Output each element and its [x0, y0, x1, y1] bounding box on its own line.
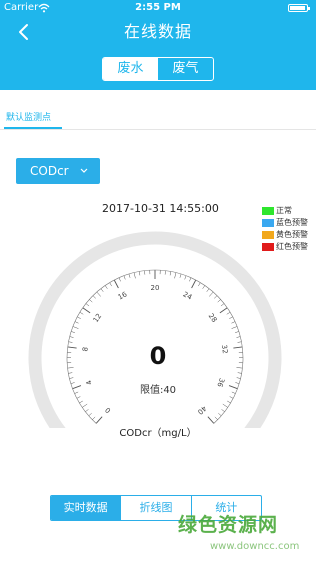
gauge-tick [128, 273, 131, 278]
gauge-tick [169, 271, 172, 276]
page-title: 在线数据 [123, 22, 192, 41]
gauge-tick [68, 372, 73, 374]
gauge-tick [221, 409, 225, 412]
gauge-tick [191, 279, 197, 289]
pollutant-dropdown[interactable]: CODcr [16, 158, 100, 184]
gauge-tick [79, 312, 84, 315]
gauge-tick [76, 396, 81, 399]
gauge-tick [184, 275, 187, 280]
gauge-track [28, 231, 282, 428]
concentration-gauge: 0481216202428323640 [28, 231, 282, 428]
gauge-tick [95, 416, 103, 424]
gauge-tick [77, 316, 81, 319]
gauge-tick [118, 277, 121, 282]
gauge-tick [231, 321, 236, 324]
station-tab-bar: 默认监测点 [0, 90, 316, 130]
current-value: 0 [149, 342, 167, 370]
gauge-tick [109, 282, 112, 287]
media-type-segmented-control: 废水 废气 [102, 57, 214, 81]
gauge-tick [79, 400, 83, 404]
gauge-tick [88, 413, 92, 417]
gauge-tick [85, 409, 89, 412]
gauge-tick [198, 282, 201, 287]
site-watermark: 绿色资源网 www.downcc.com [176, 508, 312, 558]
gauge-tick [226, 312, 231, 315]
gauge-tick [202, 285, 206, 289]
gauge-tick [89, 299, 93, 303]
gauge-tick [179, 273, 182, 278]
gauge-tick [74, 321, 79, 324]
reading-timestamp: 2017-10-31 14:55:00 [102, 202, 219, 215]
segment-wastewater[interactable]: 废水 [103, 58, 158, 80]
app-header: Carrier 2:55 PM 在线数据 废水 废气 [0, 0, 316, 90]
segment-exhaust-gas[interactable]: 废气 [158, 58, 213, 80]
gauge-tick-label: 24 [182, 290, 194, 301]
legend-item-normal: 正常 [262, 206, 308, 218]
pollutant-selected-label: CODcr [30, 164, 69, 178]
gauge-tick [229, 316, 233, 319]
gauge-tick [231, 326, 238, 329]
limit-value: 限值:40 [139, 385, 177, 396]
gauge-tick [92, 295, 96, 299]
tab-default-station[interactable]: 默认监测点 [6, 110, 51, 123]
status-time: 2:55 PM [135, 2, 181, 13]
gauge-tick [214, 416, 218, 420]
gauge-tick [236, 377, 241, 379]
gauge-tick [72, 326, 79, 329]
legend-label: 蓝色预警 [276, 218, 308, 227]
tab-realtime-data[interactable]: 实时数据 [51, 496, 121, 520]
gauge-tick-label: 0 [104, 406, 113, 415]
gauge-tick [229, 396, 234, 399]
gauge-tick [92, 416, 96, 420]
gauge-tick [227, 400, 231, 404]
gauge-tick [174, 272, 177, 279]
gauge-tick [219, 307, 228, 314]
gauge-tick-label: 28 [207, 312, 219, 324]
legend-swatch [262, 207, 274, 215]
watermark-title: 绿色资源网 [178, 514, 279, 536]
gauge-tick-label: 16 [117, 290, 129, 301]
gauge-tick [69, 336, 74, 338]
gauge-tick [207, 416, 215, 424]
gauge-tick [96, 291, 101, 297]
gauge-tick-label: 20 [151, 284, 160, 292]
gauge-tick [214, 295, 218, 299]
status-bar: Carrier 2:55 PM [0, 0, 316, 16]
gauge-tick-label: 40 [196, 404, 208, 416]
gauge-tick [206, 288, 210, 292]
gauge-tick [220, 303, 225, 307]
gauge-tick [71, 331, 75, 333]
gauge-tick [69, 377, 74, 379]
gauge-tick [189, 277, 192, 282]
gauge-tick [113, 279, 119, 289]
tab-indicator [4, 127, 62, 129]
gauge-tick [133, 272, 136, 279]
gauge-tick [218, 413, 222, 417]
gauge-tick [138, 271, 141, 276]
gauge-tick [82, 403, 88, 408]
gauge-tick [85, 303, 90, 307]
legend-label: 正常 [276, 206, 292, 215]
unit-label: CODcr（mg/L） [119, 428, 197, 439]
gauge-tick [236, 336, 241, 338]
watermark-url: www.downcc.com [210, 541, 300, 552]
gauge-tick [237, 372, 242, 374]
gauge-tick [222, 403, 228, 408]
gauge-tick [123, 275, 126, 280]
chevron-down-icon [80, 168, 88, 173]
gauge-tick [82, 307, 91, 314]
gauge-tick [104, 285, 108, 289]
gauge-tick-label: 12 [92, 312, 104, 324]
gauge-tick [209, 291, 214, 297]
gauge-tick [235, 331, 239, 333]
battery-icon [288, 4, 310, 12]
legend-swatch [262, 219, 274, 227]
gauge-tick [100, 288, 104, 292]
gauge-tick [217, 299, 221, 303]
